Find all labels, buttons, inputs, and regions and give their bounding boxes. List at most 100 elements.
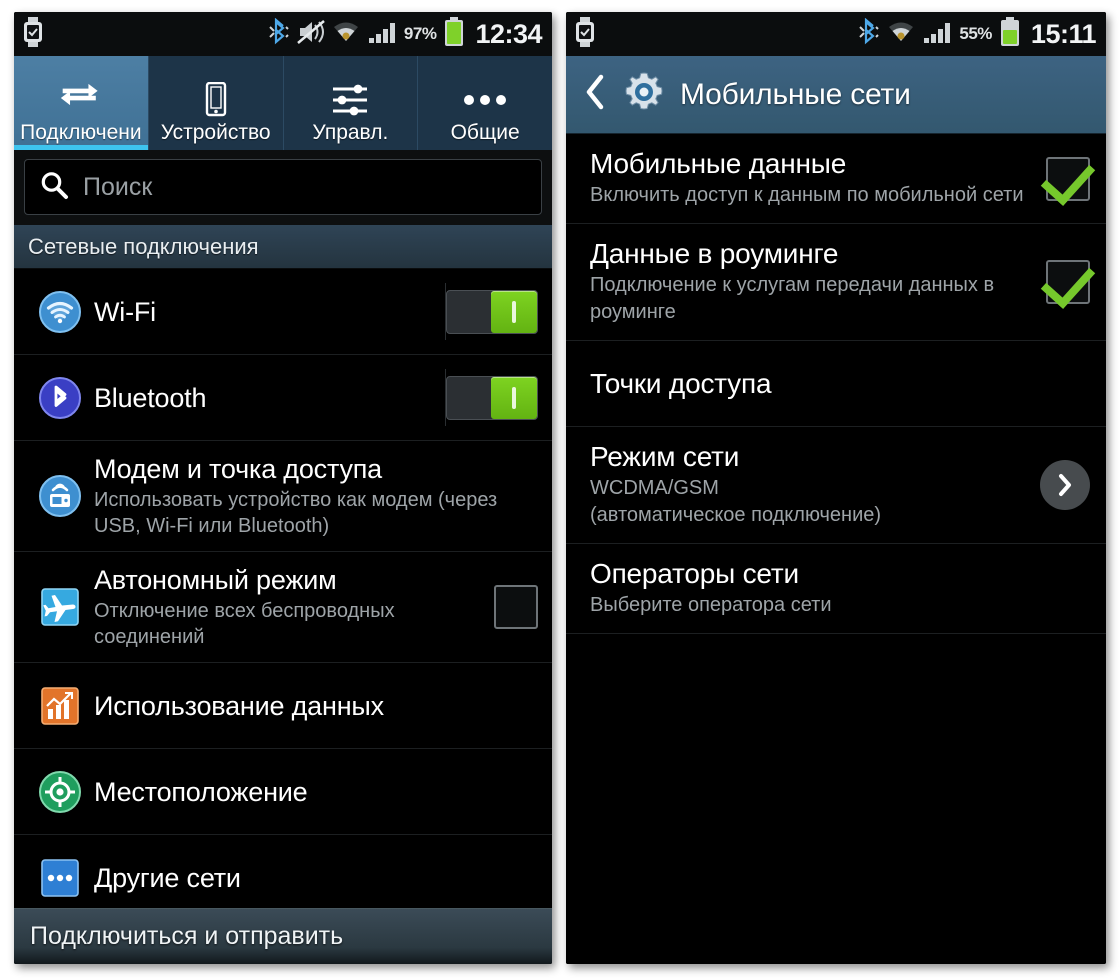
- list-item-data-usage[interactable]: Использование данных: [14, 663, 552, 749]
- action-bar: Мобильные сети: [566, 56, 1106, 134]
- list-item-network-mode[interactable]: Режим сети WCDMA/GSM (автоматическое под…: [566, 427, 1106, 544]
- list-item-location-body: Местоположение: [88, 764, 538, 820]
- sliders-controls-icon: [330, 80, 370, 120]
- battery-percent-right: 55%: [959, 24, 992, 43]
- settings-list-right: Мобильные данные Включить доступ к данны…: [566, 134, 1106, 634]
- wifi-round-icon: [32, 290, 88, 333]
- list-item-location[interactable]: Местоположение: [14, 749, 552, 835]
- device-phone-icon: [201, 80, 231, 120]
- search-area: Поиск: [14, 150, 552, 225]
- tab-device-label: Устройство: [160, 121, 271, 144]
- more-dots-icon: [462, 80, 508, 120]
- list-item-wifi[interactable]: Wi-Fi: [14, 269, 552, 355]
- tab-general[interactable]: Общие: [418, 56, 552, 150]
- status-bar-left: 97% 12:34: [14, 12, 552, 56]
- search-input[interactable]: Поиск: [24, 159, 542, 215]
- list-item-network-mode-body: Режим сети WCDMA/GSM (автоматическое под…: [590, 427, 1032, 543]
- back-chevron-icon[interactable]: [582, 72, 608, 117]
- list-item-other-networks-title: Другие сети: [94, 862, 241, 893]
- list-item-bluetooth-title: Bluetooth: [94, 382, 207, 413]
- list-item-access-points-title: Точки доступа: [590, 367, 772, 399]
- list-item-access-points[interactable]: Точки доступа: [566, 341, 1106, 427]
- list-item-mobile-data[interactable]: Мобильные данные Включить доступ к данны…: [566, 134, 1106, 224]
- bluetooth-toggle[interactable]: [438, 375, 538, 420]
- list-item-data-roaming-subtitle: Подключение к услугам передачи данных в …: [590, 274, 995, 323]
- smartwatch-icon: [22, 16, 44, 52]
- airplane-icon: [32, 586, 88, 628]
- list-item-location-title: Местоположение: [94, 776, 308, 807]
- settings-gear-icon: [622, 70, 666, 119]
- list-item-data-roaming-title: Данные в роуминге: [590, 238, 839, 269]
- list-item-data-usage-title: Использование данных: [94, 690, 384, 721]
- list-item-tethering-title: Модем и точка доступа: [94, 454, 382, 484]
- list-item-tethering-body: Модем и точка доступа Использовать устро…: [88, 441, 538, 551]
- bluetooth-round-icon: [32, 376, 88, 419]
- list-item-airplane-body: Автономный режим Отключение всех беспров…: [88, 552, 486, 662]
- search-icon: [39, 170, 69, 205]
- data-roaming-checkbox[interactable]: [1038, 260, 1090, 304]
- list-item-network-operators[interactable]: Операторы сети Выберите оператора сети: [566, 544, 1106, 634]
- list-item-wifi-body: Wi-Fi: [88, 284, 438, 340]
- list-item-network-operators-subtitle: Выберите оператора сети: [590, 594, 832, 616]
- smartwatch-icon: [574, 16, 596, 52]
- list-item-network-operators-body: Операторы сети Выберите оператора сети: [590, 544, 1090, 633]
- wifi-icon: [332, 19, 360, 50]
- cellular-signal-icon: [367, 19, 397, 50]
- list-filler-right: [566, 634, 1106, 964]
- list-item-access-points-body: Точки доступа: [590, 354, 1090, 414]
- list-item-mobile-data-subtitle: Включить доступ к данным по мобильной се…: [590, 184, 1024, 206]
- battery-percent-left: 97%: [403, 24, 437, 43]
- tab-connections[interactable]: Подключени: [14, 56, 149, 150]
- tab-controls[interactable]: Управл.: [284, 56, 419, 150]
- chevron-right-icon: [1040, 460, 1090, 510]
- more-networks-icon: [32, 857, 88, 899]
- data-usage-chart-icon: [32, 685, 88, 727]
- list-item-network-operators-title: Операторы сети: [590, 558, 799, 589]
- list-item-mobile-data-body: Мобильные данные Включить доступ к данны…: [590, 134, 1038, 223]
- airplane-checkbox[interactable]: [486, 585, 538, 629]
- bluetooth-icon: [268, 17, 290, 51]
- bottom-action-label: Подключиться и отправить: [30, 922, 344, 950]
- list-item-other-networks-body: Другие сети: [88, 850, 538, 906]
- battery-icon: [443, 16, 465, 52]
- tab-connections-label: Подключени: [20, 121, 142, 144]
- list-item-bluetooth[interactable]: Bluetooth: [14, 355, 552, 441]
- section-header-network: Сетевые подключения: [14, 225, 552, 269]
- mobile-data-checkbox[interactable]: [1038, 156, 1090, 201]
- list-item-airplane-subtitle: Отключение всех беспроводных соединений: [94, 600, 395, 648]
- phone-screen-left: 97% 12:34 Подключени Устройство Управл. …: [14, 12, 552, 964]
- list-item-network-mode-title: Режим сети: [590, 441, 740, 472]
- tethering-hotspot-icon: [32, 475, 88, 517]
- location-target-icon: [32, 770, 88, 813]
- list-item-airplane-mode[interactable]: Автономный режим Отключение всех беспров…: [14, 552, 552, 663]
- list-item-wifi-title: Wi-Fi: [94, 296, 156, 327]
- connections-arrows-icon: [59, 80, 103, 120]
- tab-general-label: Общие: [450, 121, 520, 144]
- page-title: Мобильные сети: [680, 77, 911, 111]
- network-mode-chevron[interactable]: [1032, 460, 1090, 510]
- list-item-data-roaming-body: Данные в роуминге Подключение к услугам …: [590, 224, 1038, 340]
- speaker-muted-icon: [297, 19, 325, 50]
- search-placeholder: Поиск: [83, 172, 153, 201]
- list-item-mobile-data-title: Мобильные данные: [590, 148, 847, 179]
- list-item-airplane-title: Автономный режим: [94, 565, 337, 595]
- status-bar-right: 55% 15:11: [566, 12, 1106, 56]
- bottom-action-bar[interactable]: Подключиться и отправить: [14, 908, 552, 964]
- list-item-network-mode-subtitle: WCDMA/GSM (автоматическое подключение): [590, 477, 882, 526]
- bluetooth-icon: [858, 17, 880, 51]
- phone-screen-right: 55% 15:11 Мобильные сети Мобильные данны…: [566, 12, 1106, 964]
- wifi-icon: [887, 19, 915, 50]
- clock-right: 15:11: [1030, 18, 1097, 49]
- tab-bar: Подключени Устройство Управл. Общие: [14, 56, 552, 150]
- section-header-label: Сетевые подключения: [28, 233, 259, 259]
- list-item-tethering[interactable]: Модем и точка доступа Использовать устро…: [14, 441, 552, 552]
- screenshot-stage: 97% 12:34 Подключени Устройство Управл. …: [0, 0, 1120, 980]
- list-item-data-roaming[interactable]: Данные в роуминге Подключение к услугам …: [566, 224, 1106, 341]
- settings-list-left: Wi-Fi Bluetooth Модем и точка доступа Ис…: [14, 269, 552, 921]
- wifi-toggle[interactable]: [438, 289, 538, 334]
- list-item-data-usage-body: Использование данных: [88, 678, 538, 734]
- tab-device[interactable]: Устройство: [149, 56, 284, 150]
- clock-left: 12:34: [475, 18, 542, 49]
- list-item-tethering-subtitle: Использовать устройство как модем (через…: [94, 489, 498, 537]
- tab-controls-label: Управл.: [312, 121, 389, 144]
